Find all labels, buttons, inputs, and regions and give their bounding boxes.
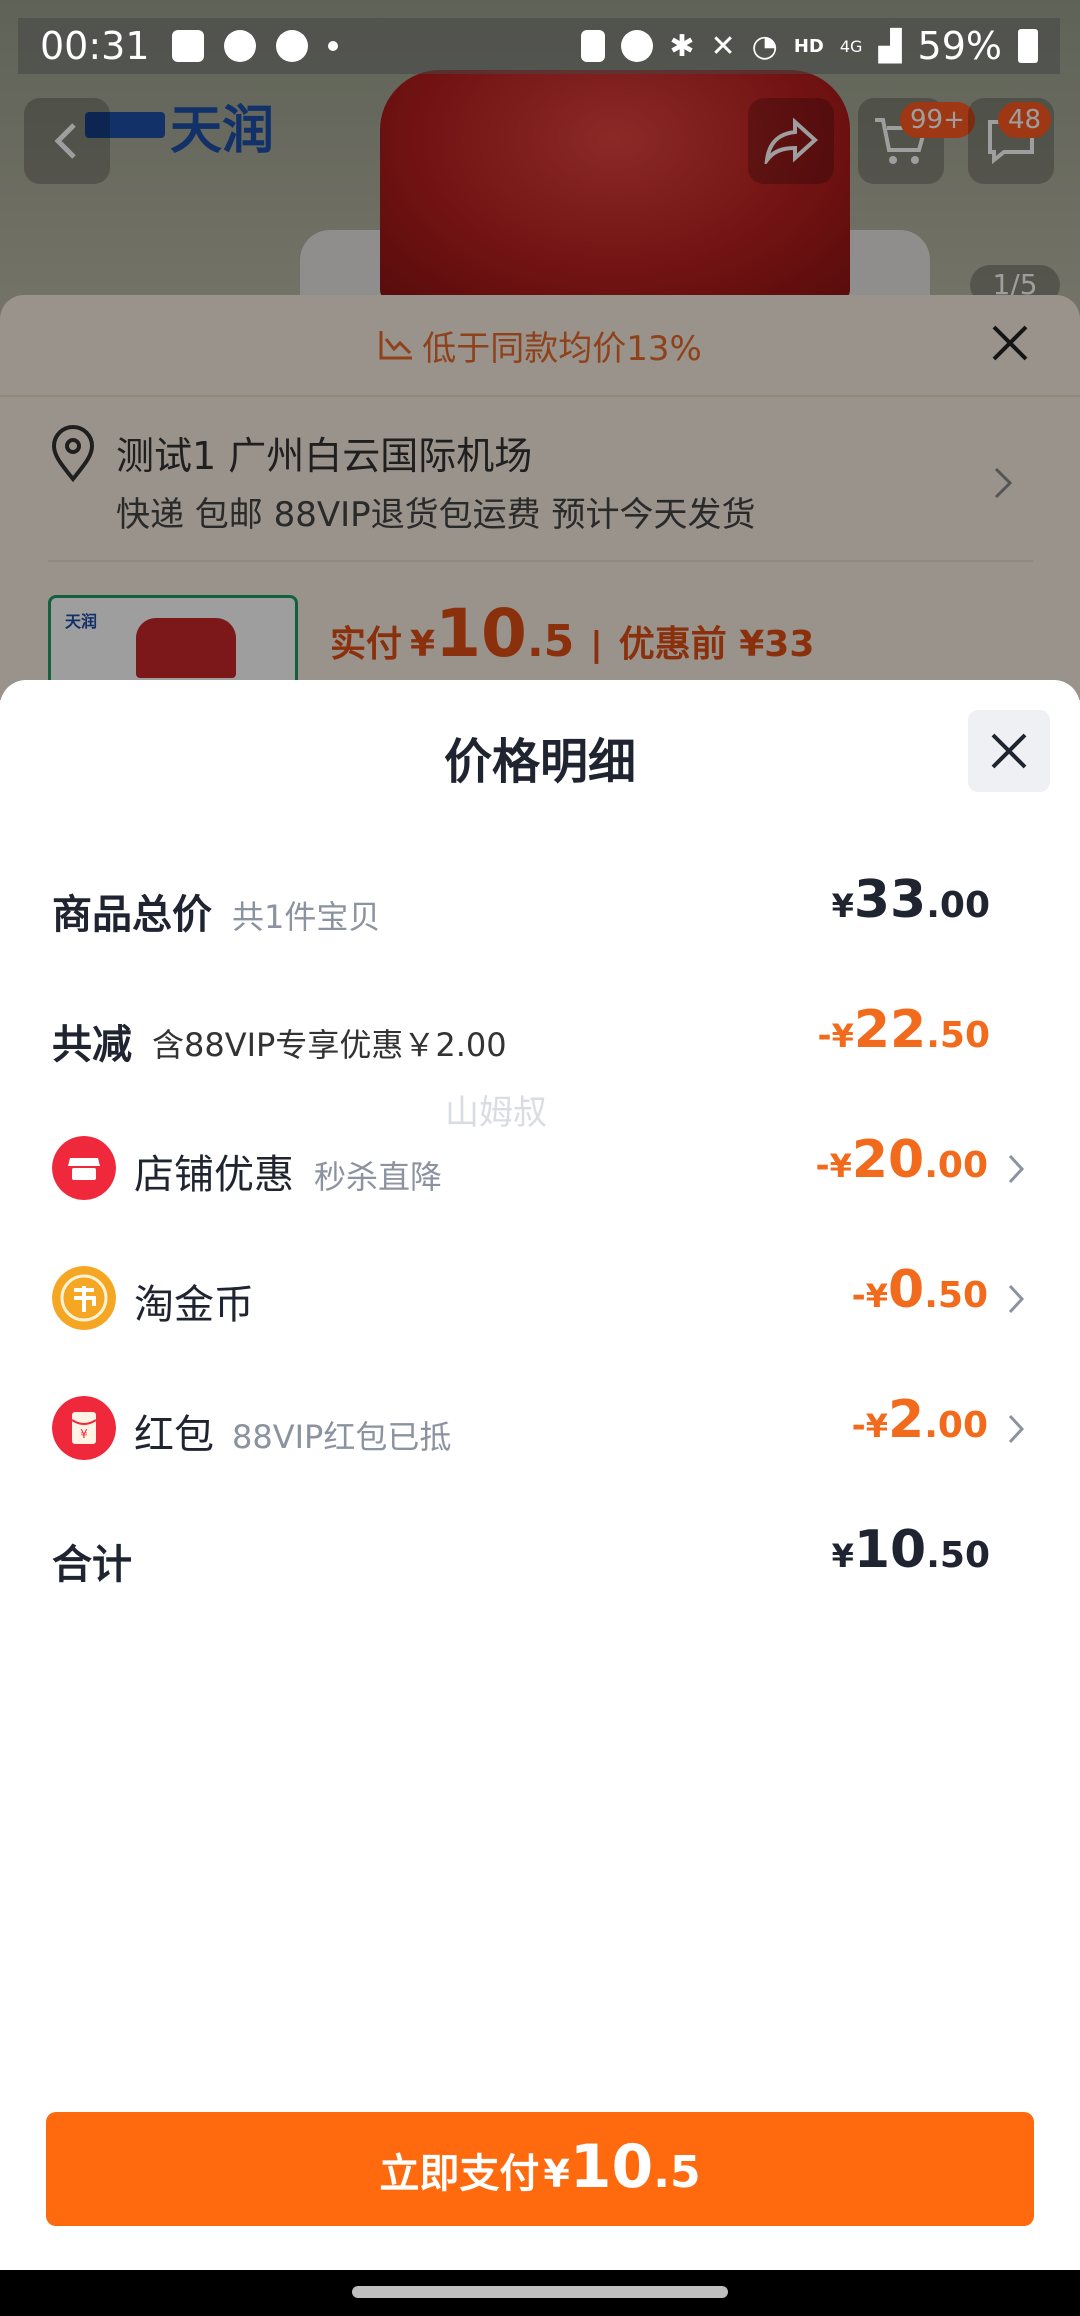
sum-label: 合计 — [52, 1542, 132, 1588]
dnd-icon — [223, 30, 256, 62]
amount-decimal: .50 — [926, 1535, 990, 1576]
sum-row: 合计 ¥ 10 .50 — [52, 1520, 1028, 1600]
currency-symbol: ¥ — [865, 1277, 889, 1315]
red-packet-row[interactable]: ¥ 红包 88VIP红包已抵 - ¥ 2 .00 — [52, 1390, 1028, 1470]
amount-integer: 22 — [853, 1000, 927, 1060]
alarm-icon — [621, 30, 654, 62]
shop-discount-row[interactable]: 店铺优惠 秒杀直降 - ¥ 20 .00 — [52, 1130, 1028, 1210]
amount-integer: 10 — [853, 1520, 927, 1580]
amount-integer: 2 — [888, 1390, 925, 1450]
taobao-coin-label: 淘金币 — [134, 1282, 254, 1328]
price-detail-sheet: 价格明细 商品总价 共1件宝贝 ¥ 33 .00 共减 含88VIP专享优惠￥2… — [0, 680, 1080, 2270]
svg-text:¥: ¥ — [80, 1427, 88, 1441]
minus-sign: - — [851, 1406, 866, 1446]
total-price-row: 商品总价 共1件宝贝 ¥ 33 .00 — [52, 870, 1028, 950]
pay-now-button[interactable]: 立即支付 ¥ 10 .5 — [46, 2112, 1034, 2226]
home-indicator[interactable] — [352, 2286, 728, 2298]
hd-indicator: HD — [793, 35, 824, 57]
status-time: 00:31 — [40, 24, 150, 68]
chevron-right-icon — [1008, 1414, 1025, 1444]
chevron-right-icon — [1008, 1284, 1025, 1314]
amount-integer: 20 — [851, 1130, 925, 1190]
chevron-right-icon — [1008, 1154, 1025, 1184]
total-discount-amount: - ¥ 22 .50 — [817, 1000, 990, 1060]
amount-decimal: .00 — [924, 1145, 988, 1186]
currency-symbol: ¥ — [543, 2152, 570, 2196]
sum-amount: ¥ 10 .50 — [832, 1520, 990, 1580]
amount-decimal: .50 — [926, 1015, 990, 1056]
total-discount-label: 共减 — [52, 1022, 132, 1068]
gallery-icon — [171, 30, 204, 62]
red-packet-icon: ¥ — [52, 1396, 116, 1460]
pay-amount-integer: 10 — [569, 2132, 654, 2202]
notification-dot-icon — [327, 41, 338, 51]
currency-symbol: ¥ — [831, 887, 854, 925]
dim-overlay[interactable] — [0, 0, 1080, 700]
shop-discount-amount: - ¥ 20 .00 — [815, 1130, 988, 1190]
close-button[interactable] — [968, 710, 1050, 792]
amount-decimal: .50 — [924, 1275, 988, 1316]
vip-discount-note: 含88VIP专享优惠￥2.00 — [152, 1026, 507, 1064]
currency-symbol: ¥ — [831, 1017, 854, 1055]
red-packet-amount: - ¥ 2 .00 — [852, 1390, 988, 1450]
total-price-label: 商品总价 — [52, 892, 212, 938]
watermark: 山姆叔 — [445, 1093, 547, 1133]
battery-icon — [1018, 29, 1038, 63]
battery-percent: 59% — [917, 24, 1002, 68]
taobao-coin-row[interactable]: 淘金币 - ¥ 0 .50 — [52, 1260, 1028, 1340]
total-discount-row: 共减 含88VIP专享优惠￥2.00 - ¥ 22 .50 — [52, 1000, 1028, 1080]
item-count-note: 共1件宝贝 — [232, 898, 381, 936]
pay-amount-decimal: .5 — [653, 2147, 701, 2198]
flash-sale-note: 秒杀直降 — [314, 1158, 443, 1196]
taobao-coin-amount: - ¥ 0 .50 — [852, 1260, 988, 1320]
sheet-title: 价格明细 — [443, 734, 636, 790]
red-packet-label: 红包 — [134, 1412, 214, 1458]
data-saver-icon — [275, 30, 308, 62]
amount-integer: 0 — [888, 1260, 925, 1320]
minus-sign: - — [851, 1276, 866, 1316]
amount-decimal: .00 — [926, 885, 990, 926]
minus-sign: - — [815, 1146, 830, 1186]
close-icon — [991, 733, 1027, 769]
currency-symbol: ¥ — [829, 1147, 852, 1185]
currency-symbol: ¥ — [865, 1407, 889, 1445]
amount-integer: 33 — [853, 870, 927, 930]
mute-icon: ✕ — [710, 28, 736, 64]
pay-now-label: 立即支付 — [379, 2151, 540, 2197]
signal-icon: ▟ — [878, 28, 902, 64]
coin-icon — [52, 1266, 116, 1330]
network-type: 4G — [839, 36, 863, 56]
bluetooth-icon: ✱ — [669, 28, 695, 64]
battery-saver-icon — [581, 30, 606, 62]
status-bar: 00:31 ✱ ✕ ◔ HD 4G ▟ 59% — [18, 18, 1060, 74]
total-price-amount: ¥ 33 .00 — [832, 870, 990, 930]
amount-decimal: .00 — [924, 1405, 988, 1446]
wifi-icon: ◔ — [751, 28, 778, 64]
vip-red-packet-note: 88VIP红包已抵 — [232, 1418, 452, 1456]
minus-sign: - — [817, 1016, 832, 1056]
shop-icon — [52, 1136, 116, 1200]
shop-discount-label: 店铺优惠 — [134, 1152, 294, 1198]
currency-symbol: ¥ — [831, 1537, 854, 1575]
